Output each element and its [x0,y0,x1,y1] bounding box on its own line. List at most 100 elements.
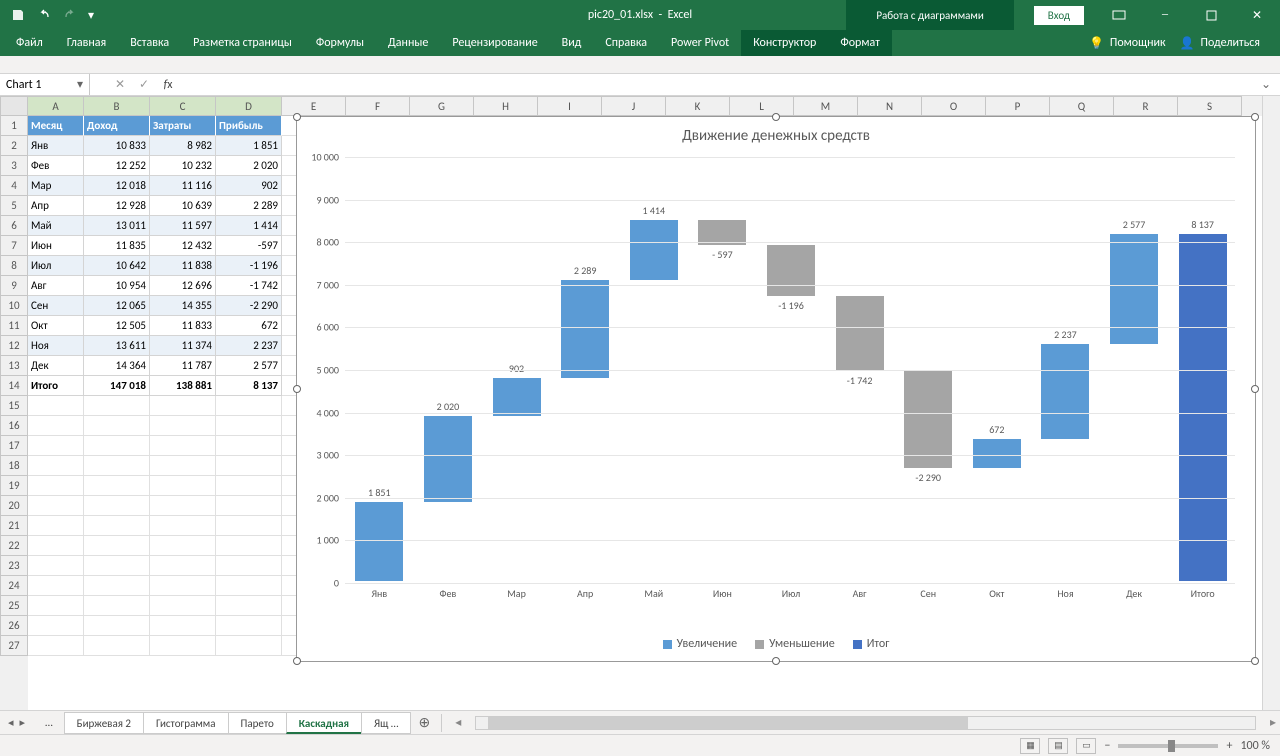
row-header[interactable]: 27 [0,636,28,656]
cell[interactable] [84,536,150,556]
row-header[interactable]: 21 [0,516,28,536]
sheet-tab[interactable]: Ящ … [361,712,411,734]
column-header[interactable]: O [922,96,986,116]
cell[interactable] [28,536,84,556]
waterfall-bar[interactable]: -1 196 [767,245,815,296]
waterfall-bar[interactable]: 902 [493,378,541,416]
enter-formula-icon[interactable]: ✓ [132,77,156,92]
tab-formulas[interactable]: Формулы [304,30,376,56]
cell[interactable]: Май [28,216,84,236]
minimize-icon[interactable]: ─ [1142,0,1188,30]
ribbon-display-icon[interactable] [1096,0,1142,30]
cell[interactable]: Июн [28,236,84,256]
column-header[interactable]: E [282,96,346,116]
cell[interactable] [28,476,84,496]
tab-powerpivot[interactable]: Power Pivot [659,30,741,56]
tab-file[interactable]: Файл [4,30,55,56]
cell[interactable]: 10 954 [84,276,150,296]
cell[interactable] [216,596,282,616]
zoom-in-icon[interactable]: + [1226,739,1232,753]
row-header[interactable]: 19 [0,476,28,496]
cell[interactable]: -597 [216,236,282,256]
cell[interactable] [150,456,216,476]
cell[interactable] [84,556,150,576]
cell[interactable]: 10 232 [150,156,216,176]
resize-handle[interactable] [1251,113,1259,121]
cell[interactable] [28,516,84,536]
resize-handle[interactable] [1251,385,1259,393]
plot-area[interactable]: 01 0002 0003 0004 0005 0006 0007 0008 00… [345,157,1235,581]
cell[interactable]: 11 838 [150,256,216,276]
cell[interactable]: 13 611 [84,336,150,356]
cell[interactable] [216,476,282,496]
cell[interactable]: 12 432 [150,236,216,256]
row-header[interactable]: 3 [0,156,28,176]
cell[interactable]: 10 833 [84,136,150,156]
cell[interactable] [150,616,216,636]
login-button[interactable]: Вход [1034,6,1084,25]
row-header[interactable]: 4 [0,176,28,196]
resize-handle[interactable] [772,113,780,121]
cell[interactable]: 2 237 [216,336,282,356]
sheet-nav[interactable]: ◂▸ [0,716,33,729]
cell[interactable]: Фев [28,156,84,176]
cell[interactable]: Янв [28,136,84,156]
share-button[interactable]: 👤Поделиться [1180,36,1260,51]
cell[interactable]: 12 505 [84,316,150,336]
cell[interactable]: Затраты [150,116,216,136]
cell[interactable] [150,576,216,596]
cell[interactable]: 11 787 [150,356,216,376]
cell[interactable] [216,636,282,656]
cell[interactable]: Доход [84,116,150,136]
resize-handle[interactable] [293,113,301,121]
tell-me[interactable]: 💡Помощник [1089,36,1166,51]
tab-insert[interactable]: Вставка [118,30,181,56]
tab-chart-design[interactable]: Конструктор [741,30,828,56]
sheet-tab[interactable]: Парето [228,712,287,734]
row-header[interactable]: 26 [0,616,28,636]
cell[interactable] [28,556,84,576]
row-header[interactable]: 24 [0,576,28,596]
cell[interactable]: 11 116 [150,176,216,196]
cell[interactable]: 8 982 [150,136,216,156]
waterfall-bar[interactable]: 1 414 [630,220,678,280]
row-header[interactable]: 16 [0,416,28,436]
cell[interactable]: -1 196 [216,256,282,276]
cell[interactable]: 672 [216,316,282,336]
waterfall-bar[interactable]: 2 020 [424,416,472,502]
vertical-scrollbar[interactable] [1262,96,1280,710]
cell[interactable] [216,616,282,636]
cell[interactable]: Прибыль [216,116,282,136]
row-header[interactable]: 11 [0,316,28,336]
cell[interactable] [84,456,150,476]
sheet-tab[interactable]: Биржевая 2 [64,712,144,734]
cell[interactable]: 12 928 [84,196,150,216]
chart-title[interactable]: Движение денежных средств [297,117,1255,151]
cell[interactable] [84,636,150,656]
waterfall-bar[interactable]: -1 742 [836,296,884,370]
cell[interactable] [216,396,282,416]
cell[interactable] [28,636,84,656]
cell[interactable] [216,496,282,516]
row-header[interactable]: 18 [0,456,28,476]
row-header[interactable]: 12 [0,336,28,356]
cell[interactable] [150,416,216,436]
cell[interactable]: Сен [28,296,84,316]
qat-customize-icon[interactable]: ▾ [84,3,98,27]
column-header[interactable]: K [666,96,730,116]
waterfall-bar[interactable]: 2 237 [1041,344,1089,439]
cell[interactable]: 12 065 [84,296,150,316]
column-header[interactable]: D [216,96,282,116]
redo-icon[interactable] [58,3,82,27]
row-header[interactable]: 10 [0,296,28,316]
cell[interactable] [84,436,150,456]
cell[interactable] [216,456,282,476]
column-header[interactable]: H [474,96,538,116]
row-header[interactable]: 17 [0,436,28,456]
cell[interactable]: 2 020 [216,156,282,176]
cell[interactable] [216,436,282,456]
cell[interactable] [150,636,216,656]
waterfall-bar[interactable]: 672 [973,439,1021,468]
pagelayout-view-icon[interactable]: ▤ [1048,738,1068,754]
cell[interactable] [28,436,84,456]
